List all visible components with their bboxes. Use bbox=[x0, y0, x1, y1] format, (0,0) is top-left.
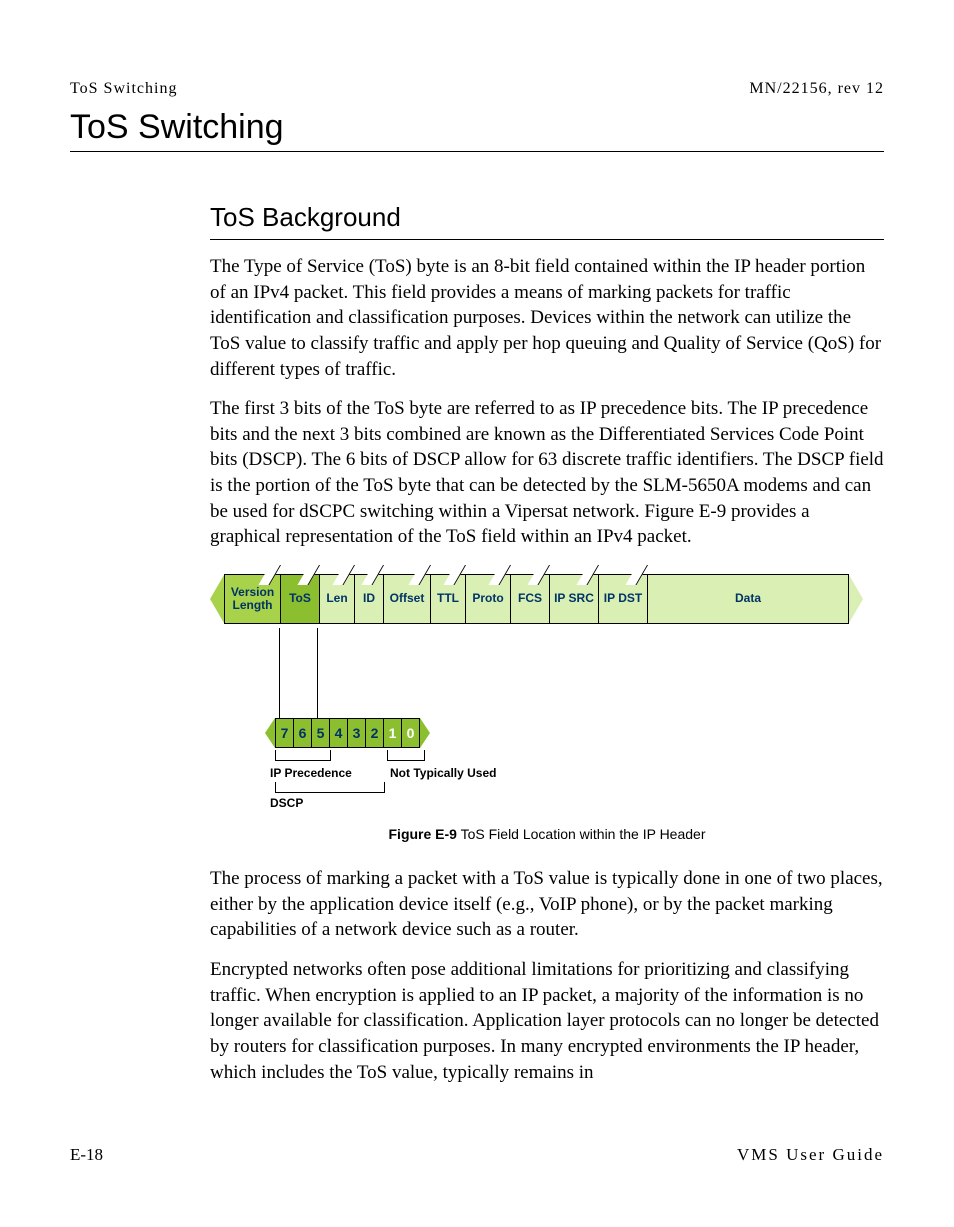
bit-6: 6 bbox=[294, 718, 312, 748]
ip-header-row: Version Length ToS Len ID Offset TTL Pro… bbox=[210, 570, 884, 628]
field-fcs: FCS bbox=[511, 574, 550, 624]
paragraph-1: The Type of Service (ToS) byte is an 8-b… bbox=[210, 254, 884, 382]
header-left: ToS Switching bbox=[70, 80, 177, 98]
field-id: ID bbox=[355, 574, 384, 624]
bits-left-cap-icon bbox=[265, 718, 275, 748]
bit-3: 3 bbox=[348, 718, 366, 748]
section-rule bbox=[210, 239, 884, 240]
page-number: E-18 bbox=[70, 1145, 103, 1165]
figure-caption: Figure E-9 ToS Field Location within the… bbox=[210, 826, 884, 842]
page-title: ToS Switching bbox=[70, 108, 884, 147]
bit-5: 5 bbox=[312, 718, 330, 748]
bit-7: 7 bbox=[275, 718, 294, 748]
page-header: ToS Switching MN/22156, rev 12 bbox=[70, 80, 884, 98]
bit-0: 0 bbox=[402, 718, 420, 748]
section-heading: ToS Background bbox=[210, 202, 884, 233]
field-tos: ToS bbox=[281, 574, 320, 624]
field-ip-dst: IP DST bbox=[599, 574, 648, 624]
guide-name: VMS User Guide bbox=[737, 1145, 884, 1165]
field-ip-src: IP SRC bbox=[550, 574, 599, 624]
label-dscp: DSCP bbox=[270, 796, 303, 810]
label-ip-precedence: IP Precedence bbox=[270, 766, 352, 780]
figure-e-9: Version Length ToS Len ID Offset TTL Pro… bbox=[210, 570, 884, 842]
paragraph-2: The first 3 bits of the ToS byte are ref… bbox=[210, 396, 884, 550]
bit-4: 4 bbox=[330, 718, 348, 748]
paragraph-4: Encrypted networks often pose additional… bbox=[210, 957, 884, 1085]
page-footer: E-18 VMS User Guide bbox=[70, 1145, 884, 1165]
bits-brackets: IP Precedence Not Typically Used DSCP bbox=[275, 748, 884, 808]
bits-right-cap-icon bbox=[420, 718, 430, 748]
field-proto: Proto bbox=[466, 574, 511, 624]
paragraph-3: The process of marking a packet with a T… bbox=[210, 866, 884, 943]
tos-connector-lines bbox=[276, 628, 884, 718]
packet-left-cap-icon bbox=[210, 575, 224, 623]
label-not-used: Not Typically Used bbox=[390, 766, 496, 780]
field-data: Data bbox=[648, 574, 849, 624]
header-right: MN/22156, rev 12 bbox=[749, 80, 884, 98]
packet-right-cap-icon bbox=[849, 575, 863, 623]
figure-caption-number: Figure E-9 bbox=[389, 826, 457, 842]
field-ttl: TTL bbox=[431, 574, 466, 624]
bit-1: 1 bbox=[384, 718, 402, 748]
field-version-length: Version Length bbox=[224, 574, 281, 624]
tos-bits-row: 7 6 5 4 3 2 1 0 bbox=[265, 718, 884, 748]
field-offset: Offset bbox=[384, 574, 431, 624]
figure-caption-text: ToS Field Location within the IP Header bbox=[457, 826, 706, 842]
field-len: Len bbox=[320, 574, 355, 624]
title-rule bbox=[70, 151, 884, 152]
bit-2: 2 bbox=[366, 718, 384, 748]
